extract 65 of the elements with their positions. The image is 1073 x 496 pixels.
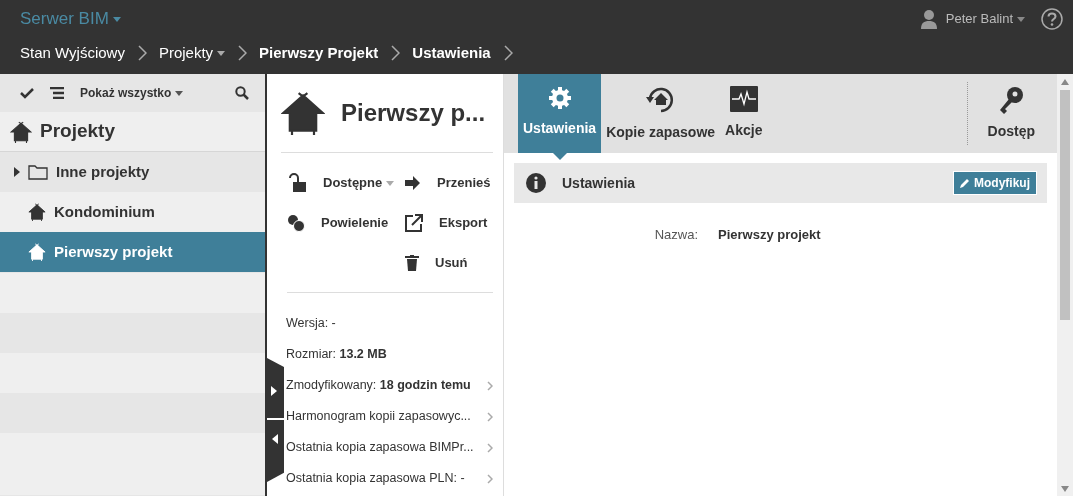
modify-button[interactable]: Modyfikuj bbox=[953, 171, 1037, 195]
expand-handle[interactable] bbox=[267, 358, 284, 418]
tab[interactable]: Kopie zapasowe bbox=[601, 74, 721, 153]
tab[interactable]: Dostęp bbox=[977, 74, 1045, 153]
help-icon[interactable] bbox=[1041, 8, 1063, 30]
chevron-icon bbox=[502, 45, 513, 61]
detail-text[interactable]: Ostatnia kopia zapasowa BIMPr... bbox=[286, 438, 493, 457]
filter-dropdown[interactable]: Pokaż wszystko bbox=[80, 84, 172, 102]
caret-icon bbox=[175, 90, 184, 96]
action-link[interactable]: Powielenie bbox=[321, 213, 389, 233]
action-link[interactable]: Eksport bbox=[439, 213, 488, 233]
action-link[interactable]: Dostępne bbox=[323, 173, 395, 193]
action-link[interactable]: Usuń bbox=[435, 253, 468, 273]
house-icon bbox=[281, 91, 325, 135]
info-icon bbox=[526, 173, 546, 193]
tab[interactable]: Akcje bbox=[720, 74, 768, 153]
expand-icon bbox=[271, 386, 277, 396]
collapse-icon bbox=[272, 433, 278, 444]
house-icon bbox=[28, 243, 46, 261]
breadcrumb-link[interactable]: Ustawienia bbox=[412, 41, 491, 65]
scroll-down-icon[interactable] bbox=[1061, 486, 1069, 492]
chevron-icon bbox=[390, 45, 401, 61]
scrollbar[interactable] bbox=[1057, 74, 1073, 496]
scroll-up-icon[interactable] bbox=[1061, 79, 1069, 85]
project-title: Pierwszy p... bbox=[341, 98, 486, 128]
sidebar-title: Projekty bbox=[40, 119, 115, 144]
detail-text[interactable]: Zmodyfikowany: 18 godzin temu bbox=[286, 376, 493, 395]
duplicate-icon[interactable] bbox=[287, 214, 305, 232]
caret-icon bbox=[217, 51, 226, 57]
breadcrumb-link[interactable]: Stan Wyjściowy bbox=[20, 41, 125, 65]
unlock-icon[interactable] bbox=[287, 173, 307, 193]
action-link[interactable]: Przenieś bbox=[437, 173, 491, 193]
expand-icon[interactable] bbox=[14, 167, 20, 177]
detail-text[interactable]: Ostatnia kopia zapasowa PLN: - bbox=[286, 469, 493, 488]
breadcrumb-link[interactable]: Pierwszy Projekt bbox=[259, 41, 379, 65]
chevron-icon bbox=[237, 45, 248, 61]
collapse-handle[interactable] bbox=[267, 420, 284, 482]
pencil-icon bbox=[960, 178, 970, 188]
detail-text: Rozmiar: 13.2 MB bbox=[286, 346, 388, 364]
user-icon bbox=[919, 9, 938, 29]
house-icon bbox=[10, 120, 32, 143]
caret-icon bbox=[112, 16, 121, 22]
breadcrumb-link[interactable]: Projekty bbox=[158, 41, 226, 65]
scroll-thumb[interactable] bbox=[1060, 90, 1070, 320]
caret-icon bbox=[386, 181, 395, 187]
house-icon bbox=[28, 203, 46, 221]
field-label: Nazwa: bbox=[653, 226, 698, 244]
folder-icon bbox=[28, 164, 48, 180]
gear-icon bbox=[547, 86, 572, 110]
arrow-right-icon[interactable] bbox=[405, 176, 421, 190]
check-icon[interactable] bbox=[20, 87, 34, 99]
sidebar-item[interactable]: Pierwszy projekt bbox=[0, 232, 265, 272]
key-icon bbox=[998, 86, 1025, 116]
user-name[interactable]: Peter Balint bbox=[945, 9, 1013, 29]
activity-monitor-icon bbox=[729, 86, 758, 112]
export-icon[interactable] bbox=[405, 214, 423, 232]
caret-icon bbox=[1017, 16, 1025, 22]
detail-text[interactable]: Harmonogram kopii zapasowyc... bbox=[286, 407, 493, 426]
trash-icon[interactable] bbox=[405, 255, 419, 271]
search-icon[interactable] bbox=[235, 86, 249, 100]
chevron-icon bbox=[136, 45, 147, 61]
section-title: Ustawienia bbox=[562, 173, 636, 193]
list-icon[interactable] bbox=[50, 87, 64, 99]
field-value: Pierwszy projekt bbox=[718, 226, 821, 244]
detail-text: Wersja: - bbox=[286, 315, 337, 333]
